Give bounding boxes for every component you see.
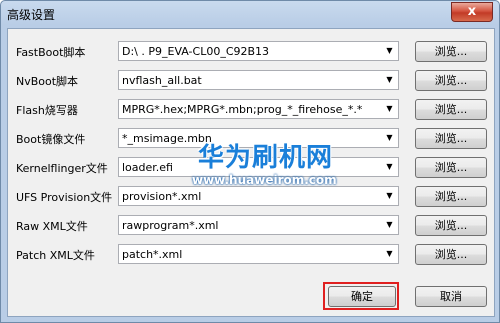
chevron-down-icon[interactable]: ▼ bbox=[381, 158, 398, 176]
raw-xml-label: Raw XML文件 bbox=[16, 220, 88, 233]
browse-ufs-provision-button[interactable]: 浏览... bbox=[415, 186, 487, 207]
row-kernelflinger: Kernelflinger文件 loader.efi ▼ 浏览... bbox=[8, 157, 494, 179]
browse-raw-xml-button[interactable]: 浏览... bbox=[415, 215, 487, 236]
row-patch-xml: Patch XML文件 patch*.xml ▼ 浏览... bbox=[8, 244, 494, 266]
title-bar: 高级设置 x bbox=[1, 1, 499, 27]
patch-xml-value: patch*.xml bbox=[122, 248, 183, 261]
dialog-title: 高级设置 bbox=[7, 8, 56, 22]
ufs-provision-combo[interactable]: provision*.xml ▼ bbox=[118, 186, 399, 206]
chevron-down-icon[interactable]: ▼ bbox=[381, 71, 398, 89]
nvboot-script-label: NvBoot脚本 bbox=[16, 75, 79, 88]
patch-xml-combo[interactable]: patch*.xml ▼ bbox=[118, 244, 399, 264]
ufs-provision-label: UFS Provision文件 bbox=[16, 191, 113, 204]
settings-panel: FastBoot脚本 D:\ . P9_EVA-CL00_C92B13 ▼ 浏览… bbox=[7, 28, 495, 317]
chevron-down-icon[interactable]: ▼ bbox=[381, 42, 398, 60]
boot-image-label: Boot镜像文件 bbox=[16, 133, 86, 146]
nvboot-script-value: nvflash_all.bat bbox=[122, 74, 202, 87]
nvboot-script-combo[interactable]: nvflash_all.bat ▼ bbox=[118, 70, 399, 90]
boot-image-combo[interactable]: *_msimage.mbn ▼ bbox=[118, 128, 399, 148]
browse-nvboot-button[interactable]: 浏览... bbox=[415, 70, 487, 91]
chevron-down-icon[interactable]: ▼ bbox=[381, 187, 398, 205]
browse-fastboot-button[interactable]: 浏览... bbox=[415, 41, 487, 62]
boot-image-value: *_msimage.mbn bbox=[122, 132, 212, 145]
close-button[interactable]: x bbox=[451, 2, 493, 22]
flash-programmer-combo[interactable]: MPRG*.hex;MPRG*.mbn;prog_*_firehose_*.* … bbox=[118, 99, 399, 119]
row-ufs-provision: UFS Provision文件 provision*.xml ▼ 浏览... bbox=[8, 186, 494, 208]
chevron-down-icon[interactable]: ▼ bbox=[381, 245, 398, 263]
row-fastboot-script: FastBoot脚本 D:\ . P9_EVA-CL00_C92B13 ▼ 浏览… bbox=[8, 41, 494, 63]
fastboot-script-label: FastBoot脚本 bbox=[16, 46, 86, 59]
row-nvboot-script: NvBoot脚本 nvflash_all.bat ▼ 浏览... bbox=[8, 70, 494, 92]
chevron-down-icon[interactable]: ▼ bbox=[381, 216, 398, 234]
patch-xml-label: Patch XML文件 bbox=[16, 249, 95, 262]
browse-kernelflinger-button[interactable]: 浏览... bbox=[415, 157, 487, 178]
kernelflinger-label: Kernelflinger文件 bbox=[16, 162, 108, 175]
fastboot-script-combo[interactable]: D:\ . P9_EVA-CL00_C92B13 ▼ bbox=[118, 41, 399, 61]
raw-xml-value: rawprogram*.xml bbox=[122, 219, 219, 232]
row-raw-xml: Raw XML文件 rawprogram*.xml ▼ 浏览... bbox=[8, 215, 494, 237]
browse-patch-xml-button[interactable]: 浏览... bbox=[415, 244, 487, 265]
browse-flash-programmer-button[interactable]: 浏览... bbox=[415, 99, 487, 120]
cancel-button[interactable]: 取消 bbox=[415, 286, 487, 307]
chevron-down-icon[interactable]: ▼ bbox=[381, 129, 398, 147]
browse-boot-image-button[interactable]: 浏览... bbox=[415, 128, 487, 149]
kernelflinger-value: loader.efi bbox=[122, 161, 173, 174]
raw-xml-combo[interactable]: rawprogram*.xml ▼ bbox=[118, 215, 399, 235]
chevron-down-icon[interactable]: ▼ bbox=[381, 100, 398, 118]
ok-button[interactable]: 确定 bbox=[328, 286, 396, 307]
advanced-settings-dialog: 高级设置 x FastBoot脚本 D:\ . P9_EVA-CL00_C92B… bbox=[0, 0, 500, 323]
close-icon: x bbox=[467, 4, 477, 19]
fastboot-script-value: D:\ . P9_EVA-CL00_C92B13 bbox=[122, 45, 270, 58]
ufs-provision-value: provision*.xml bbox=[122, 190, 202, 203]
kernelflinger-combo[interactable]: loader.efi ▼ bbox=[118, 157, 399, 177]
flash-programmer-value: MPRG*.hex;MPRG*.mbn;prog_*_firehose_*.* bbox=[122, 103, 363, 116]
flash-programmer-label: Flash烧写器 bbox=[16, 104, 78, 117]
row-flash-programmer: Flash烧写器 MPRG*.hex;MPRG*.mbn;prog_*_fire… bbox=[8, 99, 494, 121]
row-boot-image: Boot镜像文件 *_msimage.mbn ▼ 浏览... bbox=[8, 128, 494, 150]
